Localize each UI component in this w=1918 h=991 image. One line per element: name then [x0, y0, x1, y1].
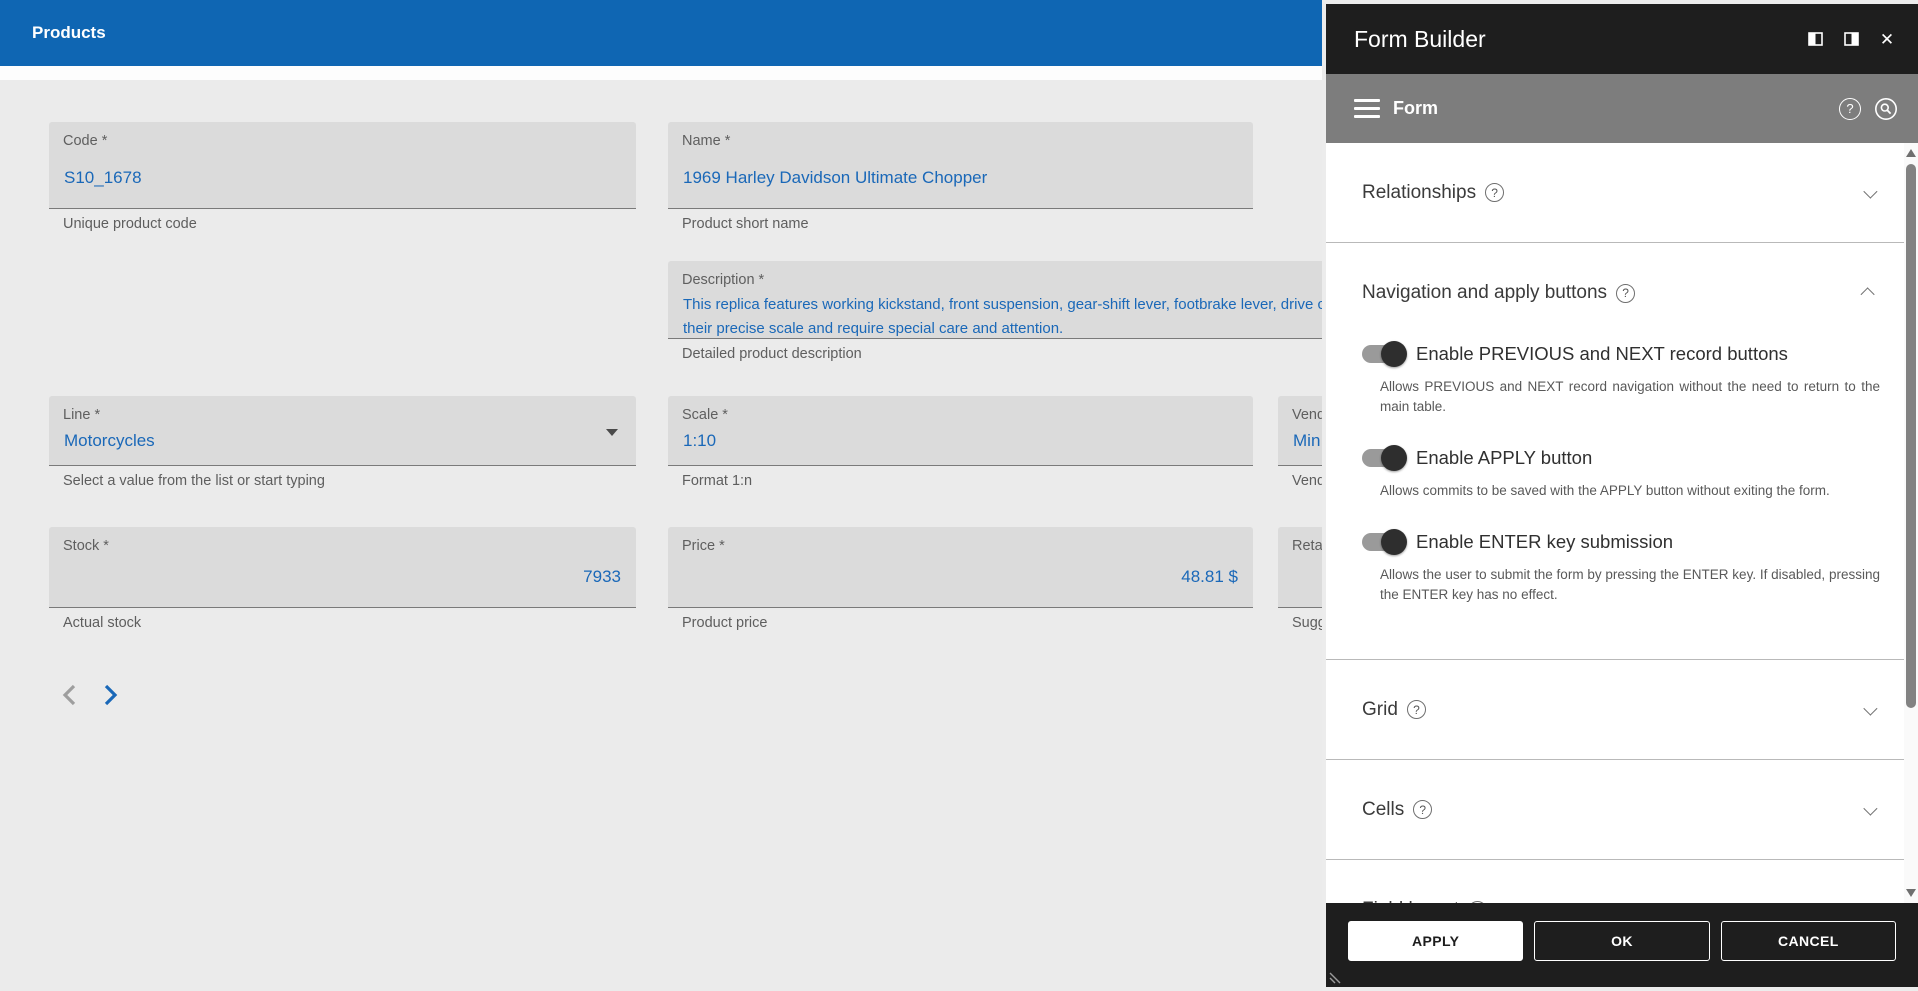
previous-record-button[interactable]	[55, 680, 85, 710]
prev-next-toggle[interactable]	[1362, 341, 1407, 367]
section-relationships[interactable]: Relationships ?	[1326, 143, 1904, 243]
code-value[interactable]: S10_1678	[64, 168, 142, 188]
chevron-right-icon	[104, 684, 118, 706]
stock-field[interactable]: Stock * 7933 Actual stock	[49, 527, 636, 631]
apply-toggle-label: Enable APPLY button	[1416, 447, 1593, 468]
price-field[interactable]: Price * 48.81 $ Product price	[668, 527, 1253, 631]
grid-help-icon[interactable]: ?	[1406, 700, 1426, 719]
cancel-button[interactable]: CANCEL	[1720, 921, 1896, 961]
help-icon: ?	[1846, 101, 1854, 116]
section-cells-title: Cells	[1362, 798, 1405, 820]
description-label: Description *	[682, 272, 765, 288]
stock-value[interactable]: 7933	[583, 567, 621, 587]
scale-field[interactable]: Scale * 1:10 Format 1:n	[668, 396, 1253, 489]
code-field[interactable]: Code * S10_1678 Unique product code	[49, 122, 636, 232]
section-navigation-header[interactable]: Navigation and apply buttons ?	[1362, 243, 1875, 343]
close-icon: ✕	[1879, 29, 1895, 49]
price-value[interactable]: 48.81 $	[1181, 567, 1238, 587]
cells-help-icon[interactable]: ?	[1413, 800, 1433, 819]
navigation-help-icon[interactable]: ?	[1616, 283, 1636, 303]
close-panel-button[interactable]: ✕	[1878, 30, 1896, 48]
enter-toggle-label: Enable ENTER key submission	[1416, 531, 1674, 552]
panel-scrollbar[interactable]	[1904, 143, 1918, 903]
apply-toggle-description: Allows commits to be saved with the APPL…	[1380, 483, 1830, 498]
stock-label: Stock *	[63, 538, 109, 554]
line-helper: Select a value from the list or start ty…	[63, 473, 325, 489]
name-helper: Product short name	[682, 216, 809, 232]
resize-handle-icon[interactable]	[1329, 972, 1341, 984]
toggle-enter-group: Enable ENTER key submission Allows the u…	[1362, 529, 1880, 605]
section-grid-title: Grid	[1362, 698, 1398, 720]
code-helper: Unique product code	[63, 216, 197, 232]
form-builder-panel: Form Builder ✕ Form ? Relationships ? Na…	[1322, 0, 1918, 991]
section-navigation-title: Navigation and apply buttons	[1362, 282, 1608, 303]
scale-helper: Format 1:n	[682, 473, 753, 489]
panel-title: Form Builder	[1354, 25, 1486, 52]
panel-titlebar: Form Builder ✕	[1326, 4, 1918, 74]
section-relationships-title: Relationships	[1362, 181, 1477, 203]
line-field[interactable]: Line * Motorcycles Select a value from t…	[49, 396, 636, 489]
section-navigation: Navigation and apply buttons ? Enable PR…	[1326, 243, 1904, 660]
name-value[interactable]: 1969 Harley Davidson Ultimate Chopper	[683, 168, 987, 188]
line-label: Line *	[63, 407, 101, 423]
panel-formbar: Form ?	[1326, 74, 1918, 143]
hamburger-icon	[1354, 99, 1380, 102]
chevron-down-icon	[1863, 801, 1878, 816]
toggle-knob	[1381, 529, 1407, 555]
stock-helper: Actual stock	[63, 615, 142, 631]
enter-key-toggle[interactable]	[1362, 529, 1407, 555]
prev-next-toggle-label: Enable PREVIOUS and NEXT record buttons	[1416, 343, 1788, 364]
dock-right-icon	[1843, 32, 1859, 46]
price-helper: Product price	[682, 615, 768, 631]
dock-right-button[interactable]	[1842, 30, 1860, 48]
name-label: Name *	[682, 133, 731, 149]
help-button[interactable]: ?	[1839, 97, 1861, 120]
relationships-help-icon[interactable]: ?	[1485, 183, 1505, 202]
toggle-apply-group: Enable APPLY button Allows commits to be…	[1362, 445, 1874, 501]
code-label: Code *	[63, 133, 108, 149]
toggle-knob	[1381, 341, 1407, 367]
page-title: Products	[32, 23, 106, 42]
dock-left-button[interactable]	[1806, 30, 1824, 48]
chevron-down-icon	[1863, 701, 1878, 716]
next-record-button[interactable]	[95, 680, 125, 710]
section-field-layout[interactable]: Field layout ?	[1326, 860, 1904, 903]
scroll-down-icon[interactable]	[1906, 889, 1916, 897]
section-grid[interactable]: Grid ?	[1326, 660, 1904, 760]
scroll-up-icon[interactable]	[1906, 149, 1916, 157]
scrollbar-thumb[interactable]	[1906, 164, 1916, 708]
toggle-knob	[1381, 445, 1407, 471]
scale-value[interactable]: 1:10	[683, 431, 716, 451]
ok-button[interactable]: OK	[1534, 921, 1710, 961]
dock-left-icon	[1807, 32, 1823, 46]
enter-toggle-description: Allows the user to submit the form by pr…	[1380, 567, 1880, 602]
search-button[interactable]	[1874, 97, 1898, 121]
search-icon	[1875, 97, 1897, 120]
panel-content: Relationships ? Navigation and apply but…	[1326, 143, 1918, 903]
name-field[interactable]: Name * 1969 Harley Davidson Ultimate Cho…	[668, 122, 1253, 232]
scale-label: Scale *	[682, 407, 728, 423]
chevron-left-icon	[62, 684, 76, 706]
panel-bottombar: APPLY OK CANCEL	[1326, 903, 1918, 987]
line-dropdown-caret-icon[interactable]	[606, 428, 618, 436]
toggle-prev-next-group: Enable PREVIOUS and NEXT record buttons …	[1362, 341, 1880, 417]
prev-next-toggle-description: Allows PREVIOUS and NEXT record navigati…	[1380, 379, 1880, 414]
chevron-down-icon	[1863, 184, 1878, 199]
section-cells[interactable]: Cells ?	[1326, 760, 1904, 860]
formbar-title: Form	[1393, 98, 1438, 118]
apply-button-toggle[interactable]	[1362, 445, 1407, 471]
line-value[interactable]: Motorcycles	[64, 431, 155, 451]
apply-button[interactable]: APPLY	[1348, 921, 1524, 961]
menu-button[interactable]	[1354, 99, 1380, 118]
chevron-up-icon	[1860, 287, 1875, 302]
price-label: Price *	[682, 538, 725, 554]
